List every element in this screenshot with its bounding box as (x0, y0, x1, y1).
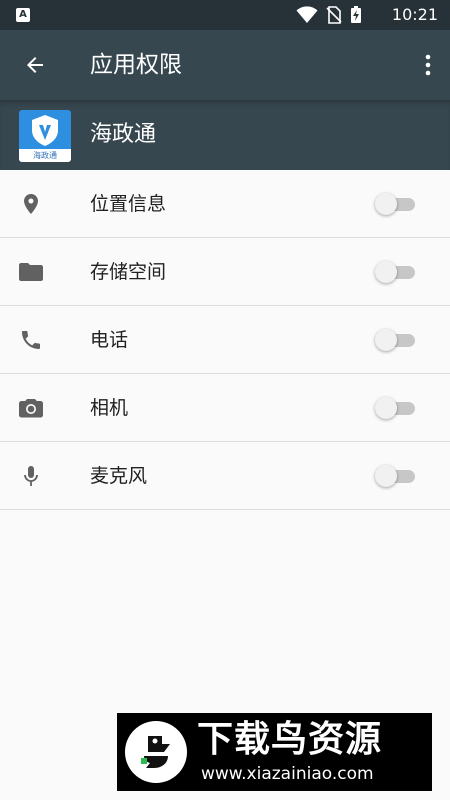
wifi-icon (296, 6, 318, 23)
app-name: 海政通 (90, 122, 157, 147)
bird-logo-icon (125, 721, 187, 783)
overflow-menu-button[interactable] (412, 43, 444, 87)
no-sim-icon (326, 6, 342, 24)
back-button[interactable] (12, 42, 58, 88)
status-bar: A 10:21 (0, 0, 450, 30)
location-toggle[interactable] (375, 193, 417, 215)
microphone-icon (17, 462, 45, 490)
battery-charging-icon (351, 6, 361, 23)
phone-toggle[interactable] (375, 329, 417, 351)
app-header: 海政通 海政通 (0, 100, 450, 170)
app-logo: 海政通 (19, 110, 71, 162)
location-pin-icon (17, 190, 45, 218)
permission-row-location[interactable]: 位置信息 (0, 170, 450, 238)
toggle-thumb (375, 465, 397, 487)
storage-toggle[interactable] (375, 261, 417, 283)
arrow-left-icon (27, 57, 43, 73)
permission-label: 电话 (90, 329, 129, 351)
permission-row-camera[interactable]: 相机 (0, 374, 450, 442)
permission-list: 位置信息 存储空间 电话 相机 麦克风 (0, 170, 450, 510)
page-title: 应用权限 (90, 52, 182, 78)
permission-label: 位置信息 (90, 193, 167, 215)
watermark-title: 下载鸟资源 (197, 719, 383, 760)
permission-row-phone[interactable]: 电话 (0, 306, 450, 374)
status-time: 10:21 (391, 5, 438, 24)
notification-badge-icon: A (16, 8, 30, 22)
status-icons (296, 6, 362, 24)
permission-label: 存储空间 (90, 261, 167, 283)
folder-icon (17, 258, 45, 286)
app-permissions-screen: A 10:21 应用权限 海政通 海政通 位置信息 存储空间 电话 相机 麦克风… (0, 0, 450, 800)
toggle-thumb (375, 397, 397, 419)
app-logo-caption: 海政通 (19, 149, 71, 162)
toggle-thumb (375, 261, 397, 283)
camera-toggle[interactable] (375, 397, 417, 419)
phone-icon (17, 326, 45, 354)
camera-icon (17, 394, 45, 422)
permission-label: 相机 (90, 397, 129, 419)
app-bar: 应用权限 (0, 30, 450, 100)
watermark-url: www.xiazainiao.com (201, 764, 374, 784)
permission-row-microphone[interactable]: 麦克风 (0, 442, 450, 510)
more-vert-icon (425, 54, 431, 76)
permission-row-storage[interactable]: 存储空间 (0, 238, 450, 306)
microphone-toggle[interactable] (375, 465, 417, 487)
permission-label: 麦克风 (90, 465, 148, 487)
toggle-thumb (375, 329, 397, 351)
watermark: 下载鸟资源 www.xiazainiao.com (117, 713, 432, 791)
shield-icon (32, 115, 58, 146)
toggle-thumb (375, 193, 397, 215)
